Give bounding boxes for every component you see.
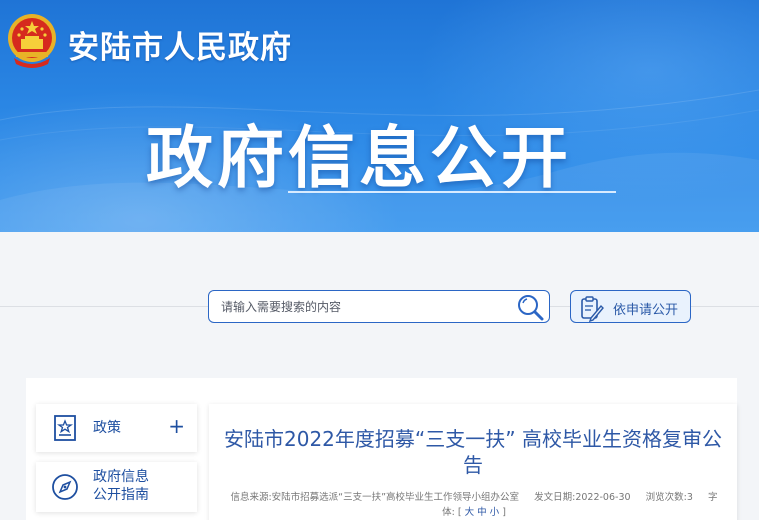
- search-box: [208, 290, 550, 323]
- page-heading: 政府信息公开: [146, 119, 572, 197]
- date-value: 2022-06-30: [575, 492, 631, 503]
- views-label: 浏览次数:: [645, 492, 687, 503]
- sidebar-item-label: 政策: [93, 420, 121, 436]
- apply-disclosure-label: 依申请公开: [613, 303, 679, 318]
- article-title: 安陆市2022年度招募“三支一扶” 高校毕业生资格复审公告: [224, 427, 722, 477]
- font-small-button[interactable]: 小: [490, 507, 500, 518]
- article-panel: 安陆市2022年度招募“三支一扶” 高校毕业生资格复审公告 信息来源:安陆市招募…: [209, 404, 737, 520]
- sidebar-item-guide[interactable]: 政府信息 公开指南: [36, 462, 197, 512]
- national-emblem-icon: [8, 14, 56, 68]
- date-label: 发文日期:: [534, 492, 576, 503]
- header-banner: 安陆市人民政府 政府信息公开: [0, 0, 759, 232]
- source-label: 信息来源:: [230, 492, 272, 503]
- compass-icon: [52, 474, 78, 500]
- sidebar-item-label-line2: 公开指南: [93, 487, 149, 503]
- views-value: 3: [686, 492, 693, 503]
- source-value: 安陆市招募选派“三支一扶”高校毕业生工作领导小组办公室: [271, 492, 520, 503]
- document-star-icon: [54, 415, 76, 441]
- apply-disclosure-button[interactable]: 依申请公开: [570, 290, 691, 323]
- font-bracket-close: ]: [502, 507, 506, 518]
- font-bracket-open: [: [457, 507, 462, 518]
- font-medium-button[interactable]: 中: [477, 507, 487, 518]
- expand-plus-icon[interactable]: +: [168, 416, 185, 436]
- sidebar-item-policy[interactable]: 政策 +: [36, 404, 197, 452]
- font-large-button[interactable]: 大: [465, 507, 475, 518]
- site-title[interactable]: 安陆市人民政府: [68, 22, 292, 67]
- heading-underline: [288, 191, 616, 193]
- clipboard-pen-icon: [581, 296, 604, 322]
- search-input[interactable]: [221, 296, 501, 318]
- search-icon[interactable]: [515, 293, 545, 321]
- article-meta: 信息来源:安陆市招募选派“三支一扶”高校毕业生工作领导小组办公室 发文日期:20…: [229, 490, 719, 520]
- sidebar-item-label-line1: 政府信息: [93, 469, 149, 485]
